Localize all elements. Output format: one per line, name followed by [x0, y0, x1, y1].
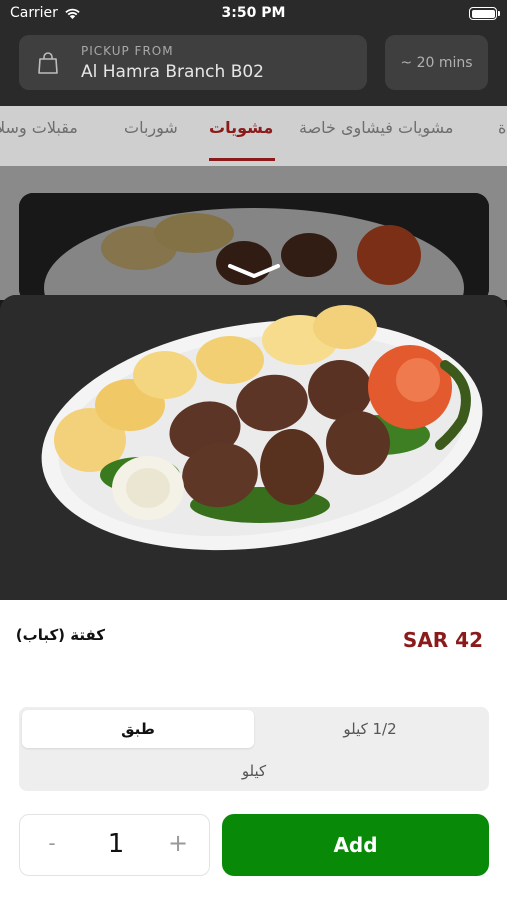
size-options: طبق 1/2 كيلو كيلو	[19, 707, 489, 791]
add-button[interactable]: Add	[222, 814, 489, 876]
decrement-button[interactable]: -	[38, 831, 66, 855]
clock: 3:50 PM	[221, 5, 286, 21]
tab-appetizers[interactable]: مقبلات وسلا	[0, 118, 78, 137]
tab-grills[interactable]: مشويات	[209, 118, 273, 137]
increment-button[interactable]: +	[164, 829, 192, 857]
shopping-bag-icon	[38, 52, 58, 74]
item-photo	[0, 295, 507, 600]
item-price: SAR 42	[402, 628, 483, 652]
branch-name: Al Hamra Branch B02	[81, 62, 264, 82]
quantity-stepper: - 1 +	[19, 814, 210, 876]
tab-soups[interactable]: شوربات	[124, 118, 178, 137]
header: PICKUP FROM Al Hamra Branch B02 ~ 20 min…	[0, 28, 507, 106]
option-kilo[interactable]: كيلو	[19, 753, 489, 789]
quantity-value: 1	[107, 829, 125, 859]
option-half-kilo[interactable]: 1/2 كيلو	[254, 710, 486, 748]
status-bar: Carrier 3:50 PM	[0, 0, 507, 28]
item-name: كفتة (كباب)	[15, 626, 105, 644]
background-dish-card	[19, 193, 489, 303]
tab-special-grills[interactable]: مشويات فيشاوى خاصة	[299, 118, 453, 137]
battery-icon	[469, 7, 500, 20]
chevron-down-icon[interactable]	[226, 262, 282, 282]
background-dish-image	[19, 193, 489, 303]
tab-item[interactable]: ة	[498, 118, 506, 137]
category-tabs: ة مشويات فيشاوى خاصة مشويات شوربات مقبلا…	[0, 106, 507, 166]
active-tab-indicator	[209, 158, 275, 161]
option-plate[interactable]: طبق	[22, 710, 254, 748]
eta-badge[interactable]: ~ 20 mins	[385, 35, 488, 90]
kofta-plate-image	[0, 295, 507, 600]
pickup-label: PICKUP FROM	[81, 44, 174, 58]
item-detail-sheet: كفتة (كباب) SAR 42 طبق 1/2 كيلو كيلو - 1…	[0, 600, 507, 900]
pickup-selector[interactable]: PICKUP FROM Al Hamra Branch B02	[19, 35, 367, 90]
